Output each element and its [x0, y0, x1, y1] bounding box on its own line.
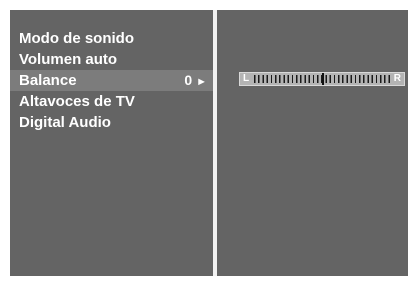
balance-value: 0 ►: [184, 72, 207, 88]
balance-position-marker[interactable]: [322, 73, 324, 85]
right-arrow-icon: ►: [196, 76, 207, 88]
sound-menu: Modo de sonido Volumen auto Balance 0 ► A…: [10, 28, 213, 133]
adjust-panel: [217, 10, 408, 276]
menu-item-sound-mode[interactable]: Modo de sonido: [10, 28, 213, 49]
menu-item-label: Digital Audio: [19, 114, 111, 131]
balance-right-label: R: [393, 73, 401, 84]
menu-item-digital-audio[interactable]: Digital Audio: [10, 112, 213, 133]
tv-osd-screen: Modo de sonido Volumen auto Balance 0 ► A…: [0, 0, 408, 282]
menu-item-label: Balance: [19, 72, 77, 89]
menu-item-auto-volume[interactable]: Volumen auto: [10, 49, 213, 70]
menu-item-tv-speakers[interactable]: Altavoces de TV: [10, 91, 213, 112]
menu-item-label: Modo de sonido: [19, 30, 134, 47]
balance-slider[interactable]: L R: [239, 72, 405, 86]
menu-item-balance[interactable]: Balance 0 ►: [10, 70, 213, 91]
menu-item-label: Volumen auto: [19, 51, 118, 68]
balance-left-label: L: [243, 73, 250, 84]
menu-item-label: Altavoces de TV: [19, 93, 135, 110]
